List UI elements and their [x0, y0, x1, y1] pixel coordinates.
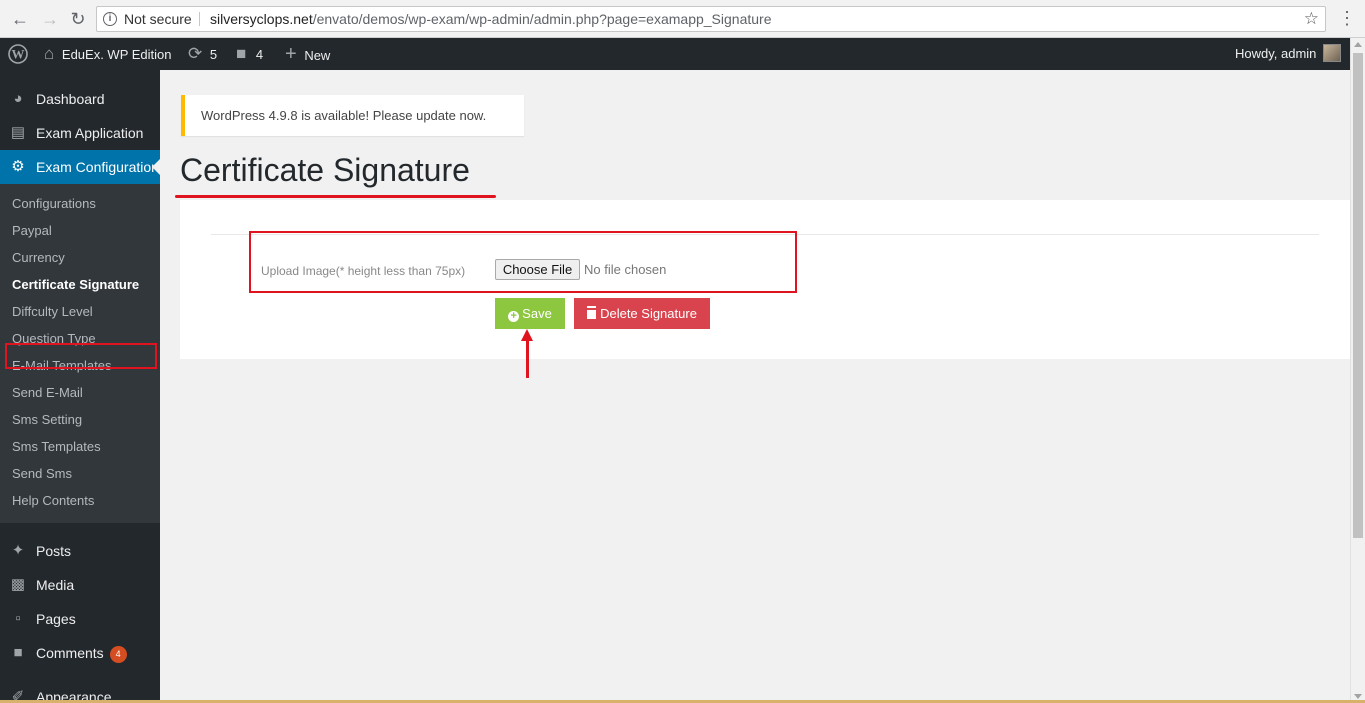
- plus-icon: +: [285, 43, 297, 65]
- submenu-item-help-contents[interactable]: Help Contents: [12, 491, 94, 511]
- scroll-thumb[interactable]: [1353, 53, 1363, 538]
- signature-panel: Upload Image(* height less than 75px) Ch…: [180, 200, 1350, 359]
- browser-menu-icon[interactable]: ⋮: [1338, 8, 1356, 28]
- submenu-item-currency[interactable]: Currency: [12, 248, 65, 268]
- admin-sidebar: ◕ Dashboard ▤ Exam Application ⚙ Exam Co…: [0, 70, 160, 703]
- annotation-upload-box: [249, 231, 797, 293]
- url-text: silversyclops.net/envato/demos/wp-exam/w…: [210, 11, 772, 27]
- annotation-highlight-box: [5, 343, 157, 369]
- bookmark-star-icon[interactable]: ☆: [1304, 7, 1319, 31]
- sidebar-item-pages[interactable]: ▫ Pages: [0, 602, 160, 636]
- update-notice[interactable]: WordPress 4.9.8 is available! Please upd…: [181, 95, 524, 136]
- submenu-item-send-sms[interactable]: Send Sms: [12, 464, 72, 484]
- security-label: Not secure: [124, 11, 192, 27]
- comments-link[interactable]: ■ 4: [236, 38, 263, 70]
- annotation-arrow-line: [526, 338, 529, 378]
- comment-icon: ■: [13, 644, 23, 661]
- pages-icon: ▫: [15, 610, 21, 627]
- plus-circle-icon: +: [508, 311, 520, 322]
- submenu-item-paypal[interactable]: Paypal: [12, 221, 52, 241]
- delete-signature-button[interactable]: Delete Signature: [574, 298, 710, 329]
- pin-icon: ✦: [11, 542, 25, 559]
- dashboard-icon: ◕: [13, 90, 23, 107]
- wordpress-logo-icon[interactable]: W: [8, 38, 28, 70]
- scroll-down-icon[interactable]: [1354, 694, 1362, 699]
- svg-text:W: W: [12, 47, 25, 62]
- avatar[interactable]: [1323, 44, 1341, 62]
- sidebar-item-exam-configuration[interactable]: ⚙ Exam Configuration: [0, 150, 160, 184]
- media-icon: ▩: [10, 576, 26, 593]
- comments-count-badge: 4: [109, 646, 127, 663]
- id-card-icon: ▤: [10, 124, 26, 141]
- save-button[interactable]: + Save: [495, 298, 565, 329]
- address-separator: [199, 12, 200, 26]
- reload-icon[interactable]: ↻: [68, 9, 88, 29]
- updates-link[interactable]: ⟳ 5: [188, 38, 217, 70]
- sidebar-item-exam-application[interactable]: ▤ Exam Application: [0, 116, 160, 150]
- site-name-link[interactable]: ⌂ EduEx. WP Edition: [44, 38, 172, 70]
- sidebar-item-media[interactable]: ▩ Media: [0, 568, 160, 602]
- gear-icon: ⚙: [11, 158, 25, 175]
- submenu-item-sms-templates[interactable]: Sms Templates: [12, 437, 101, 457]
- new-content-link[interactable]: + New: [285, 38, 330, 70]
- submenu-item-send-email[interactable]: Send E-Mail: [12, 383, 83, 403]
- wp-admin-bar: W ⌂ EduEx. WP Edition ⟳ 5 ■ 4 + New Howd…: [0, 38, 1350, 70]
- page-scrollbar[interactable]: [1350, 38, 1365, 703]
- info-icon[interactable]: i: [103, 12, 117, 26]
- home-icon: ⌂: [44, 44, 55, 63]
- trash-icon: [587, 308, 597, 319]
- address-bar[interactable]: i Not secure silversyclops.net/envato/de…: [96, 6, 1326, 32]
- submenu-item-certificate-signature[interactable]: Certificate Signature: [12, 275, 139, 295]
- submenu-item-sms-setting[interactable]: Sms Setting: [12, 410, 82, 430]
- page-title: Certificate Signature: [180, 152, 470, 188]
- comment-bubble-icon: ■: [236, 44, 247, 63]
- sidebar-item-posts[interactable]: ✦ Posts: [0, 534, 160, 568]
- my-account-link[interactable]: Howdy, admin: [1235, 38, 1316, 70]
- sidebar-item-comments[interactable]: ■ Comments 4: [0, 636, 160, 670]
- submenu-item-configurations[interactable]: Configurations: [12, 194, 96, 214]
- scroll-up-icon[interactable]: [1354, 42, 1362, 47]
- submenu-item-difficulty-level[interactable]: Diffculty Level: [12, 302, 93, 322]
- updates-icon: ⟳: [188, 44, 203, 63]
- annotation-underline: [175, 195, 496, 198]
- sidebar-item-dashboard[interactable]: ◕ Dashboard: [0, 82, 160, 116]
- forward-arrow-icon[interactable]: →: [40, 9, 60, 29]
- back-arrow-icon[interactable]: ←: [10, 9, 30, 29]
- browser-toolbar: ← → ↻ i Not secure silversyclops.net/env…: [0, 0, 1365, 38]
